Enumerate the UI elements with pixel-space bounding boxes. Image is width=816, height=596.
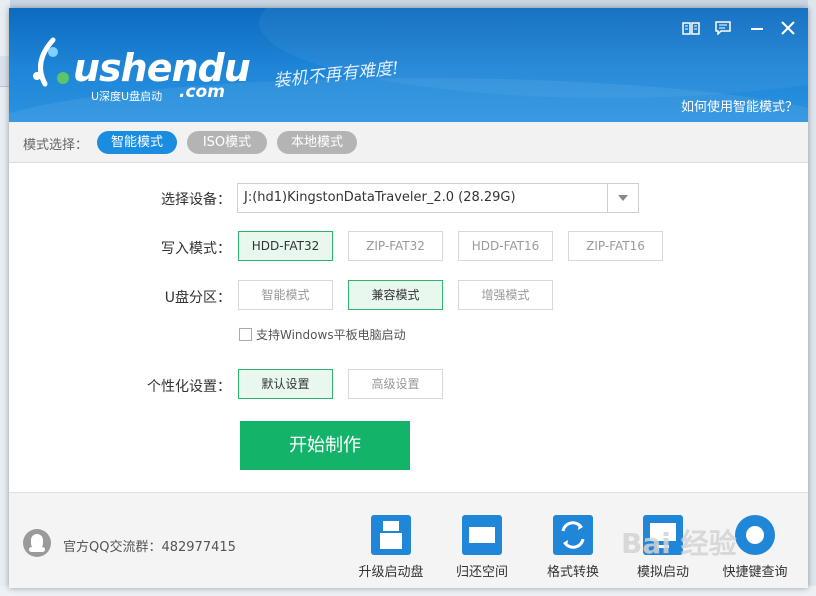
advanced-settings-option[interactable]: 高级设置 <box>348 369 443 399</box>
tablet-boot-checkbox[interactable] <box>239 328 252 341</box>
mode-select-bar: 模式选择： 智能模式 ISO模式 本地模式 <box>9 122 808 163</box>
restore-space-button[interactable]: 归还空间 <box>442 515 522 585</box>
write-mode-label: 写入模式： <box>161 241 231 257</box>
device-select[interactable]: J:(hd1)KingstonDataTraveler_2.0 (28.29G) <box>237 183 639 213</box>
upgrade-disk-button[interactable]: 升级启动盘 <box>351 515 431 585</box>
partition-label: U盘分区： <box>164 290 231 306</box>
qq-icon <box>23 529 51 557</box>
book-icon[interactable] <box>681 20 701 40</box>
background-window-right <box>808 0 816 596</box>
personal-settings-label: 个性化设置： <box>147 379 231 395</box>
ushendu-app-window: ushendu U深度U盘启动 .com 装机不再有难度! 如何使用智能模式？ … <box>9 8 808 588</box>
minimize-icon[interactable] <box>747 20 767 40</box>
tablet-boot-checkbox-label[interactable]: 支持Windows平板电脑启动 <box>256 326 406 343</box>
format-convert-label: 格式转换 <box>546 565 599 580</box>
partition-option-enhanced[interactable]: 增强模式 <box>458 280 553 310</box>
header-banner: ushendu U深度U盘启动 .com 装机不再有难度! 如何使用智能模式？ <box>9 8 808 122</box>
chat-icon[interactable] <box>713 20 733 40</box>
chevron-down-icon[interactable] <box>607 184 638 212</box>
default-settings-option[interactable]: 默认设置 <box>238 369 333 399</box>
start-create-button[interactable]: 开始制作 <box>240 421 410 470</box>
mode-select-label: 模式选择： <box>23 138 89 153</box>
partition-option-smart[interactable]: 智能模式 <box>238 280 333 310</box>
hotkey-search-button[interactable]: 快捷键查询 <box>715 515 795 585</box>
write-option-hdd-fat32[interactable]: HDD-FAT32 <box>238 231 333 261</box>
format-convert-button[interactable]: 格式转换 <box>533 515 613 585</box>
device-select-value: J:(hd1)KingstonDataTraveler_2.0 (28.29G) <box>244 190 516 205</box>
footer-toolbar: 官方QQ交流群：482977415 升级启动盘 归还空间 格式转换 模拟启动 快… <box>9 492 808 588</box>
tab-local-mode[interactable]: 本地模式 <box>277 131 357 154</box>
close-icon[interactable] <box>778 20 798 40</box>
hotkey-search-icon <box>735 515 775 555</box>
logo-subtitle: U深度U盘启动 <box>91 90 163 103</box>
device-label: 选择设备： <box>161 192 231 208</box>
format-convert-icon <box>553 515 593 555</box>
restore-space-label: 归还空间 <box>455 565 508 580</box>
simulate-boot-icon <box>643 515 683 555</box>
partition-option-compatible[interactable]: 兼容模式 <box>348 280 443 310</box>
simulate-boot-label: 模拟启动 <box>636 565 689 580</box>
restore-space-icon <box>462 515 502 555</box>
qq-group-text: 官方QQ交流群：482977415 <box>63 540 236 555</box>
simulate-boot-button[interactable]: 模拟启动 <box>623 515 703 585</box>
hotkey-search-label: 快捷键查询 <box>722 565 788 580</box>
tab-iso-mode[interactable]: ISO模式 <box>187 131 267 154</box>
tab-smart-mode[interactable]: 智能模式 <box>97 131 177 154</box>
logo-domain: .com <box>179 82 225 102</box>
write-option-zip-fat32[interactable]: ZIP-FAT32 <box>348 231 443 261</box>
help-smart-mode-link[interactable]: 如何使用智能模式？ <box>681 96 798 115</box>
brand-logo: ushendu U深度U盘启动 .com <box>23 32 263 103</box>
write-option-zip-fat16[interactable]: ZIP-FAT16 <box>568 231 663 261</box>
write-option-hdd-fat16[interactable]: HDD-FAT16 <box>458 231 553 261</box>
upgrade-disk-label: 升级启动盘 <box>358 565 424 580</box>
upgrade-disk-icon <box>371 515 411 555</box>
